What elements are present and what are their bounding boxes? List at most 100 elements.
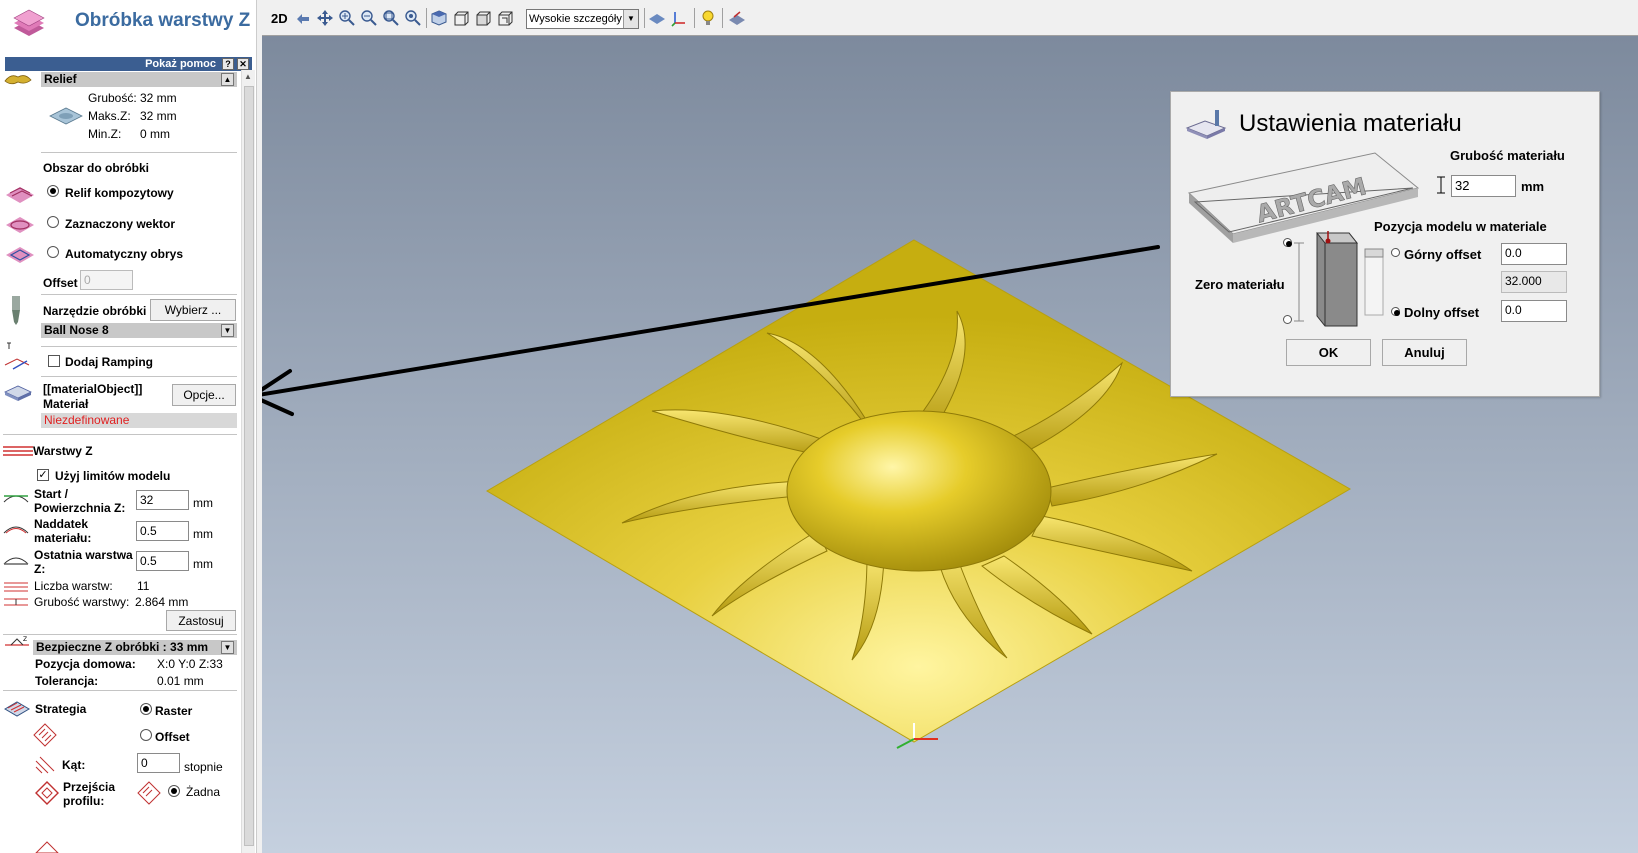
toolbar-separator (644, 8, 645, 28)
raster-radio[interactable] (140, 703, 152, 715)
panel-scrollbar[interactable]: ▲ (241, 70, 255, 853)
close-button[interactable]: ✕ (237, 58, 249, 70)
last-layer-label-1: Ostatnia warstwa (34, 548, 133, 562)
svg-text:Z: Z (23, 636, 27, 643)
ramping-icon (4, 342, 30, 370)
angle-icon (35, 756, 55, 774)
material-status: Niezdefinowane (41, 413, 237, 428)
cancel-button[interactable]: Anuluj (1382, 339, 1467, 366)
ramping-label[interactable]: Dodaj Ramping (65, 355, 153, 369)
detail-level-select[interactable]: Wysokie szczegóły ▼ (526, 9, 639, 29)
help-bar: Pokaż pomoc ? ✕ (5, 57, 252, 71)
layer-count-icon (4, 582, 28, 592)
toolbar-separator (722, 8, 723, 28)
offset-strategy-radio[interactable] (140, 729, 152, 741)
use-limits-label[interactable]: Użyj limitów modelu (55, 469, 170, 483)
material-settings-dialog: Ustawienia materiału ARTCAM Grubość mate… (1170, 91, 1600, 397)
relief-thickness-label: Grubość: (88, 91, 137, 105)
allowance-input[interactable]: 0.5 (136, 521, 189, 541)
panel-title: Obróbka warstwy Z (75, 10, 251, 31)
ok-button[interactable]: OK (1286, 339, 1371, 366)
last-layer-input[interactable]: 0.5 (136, 551, 189, 571)
profile-pass-icon (35, 781, 59, 805)
profile-none-label[interactable]: Żadna (186, 785, 220, 799)
tool-name-bar[interactable]: Ball Nose 8 ▼ (41, 323, 237, 338)
area-outline-label[interactable]: Automatyczny obrys (65, 247, 183, 261)
start-label-1: Start / (34, 487, 69, 501)
material-object-text: [[materialObject]] (43, 382, 143, 396)
tool-bit-icon (12, 296, 20, 325)
layers-stack-icon (13, 9, 45, 36)
view-2d-button[interactable]: 2D (271, 11, 288, 26)
collapse-up-icon[interactable]: ▲ (221, 73, 234, 86)
offset-strategy-label[interactable]: Offset (155, 730, 190, 744)
zoom-in-icon[interactable] (338, 9, 356, 27)
auto-outline-icon (6, 247, 34, 263)
panel-scroll-thumb[interactable] (244, 86, 254, 846)
iso-view-icon[interactable] (430, 9, 448, 27)
area-vector-label[interactable]: Zaznaczony wektor (65, 217, 175, 231)
side-view-icon[interactable] (474, 9, 492, 27)
tool-name: Ball Nose 8 (44, 323, 109, 337)
top-offset-input[interactable]: 0.0 (1501, 243, 1567, 265)
thickness-input[interactable]: 32 (1451, 175, 1516, 197)
zoom-selection-icon[interactable] (404, 9, 422, 27)
start-unit: mm (193, 496, 213, 510)
start-label-2: Powierzchnia Z: (34, 501, 126, 515)
z-layers-icon (3, 446, 33, 456)
pan-icon[interactable] (316, 9, 334, 27)
layer-thickness-label: Grubość warstwy: (34, 595, 130, 609)
bottom-offset-label[interactable]: Dolny offset (1404, 305, 1479, 320)
light-bulb-icon[interactable] (699, 9, 717, 27)
area-vector-radio[interactable] (47, 216, 59, 228)
relief-shape-icon (4, 75, 32, 85)
zoom-out-icon[interactable] (360, 9, 378, 27)
offset-input[interactable]: 0 (80, 270, 133, 290)
offset-label: Offset (43, 276, 78, 290)
toolbar-separator (694, 8, 695, 28)
undo-view-icon[interactable] (294, 9, 312, 27)
material-options-button[interactable]: Opcje... (172, 384, 236, 406)
area-composite-label[interactable]: Relif kompozytowy (65, 186, 174, 200)
zero-material-label: Zero materiału (1195, 277, 1285, 292)
bottom-offset-radio[interactable] (1391, 307, 1400, 316)
profile-next-icon (35, 841, 59, 853)
safe-z-bar[interactable]: Bezpieczne Z obróbki : 33 mm ▼ (33, 640, 237, 655)
area-outline-radio[interactable] (47, 246, 59, 258)
relief-minz-value: 0 mm (140, 127, 170, 141)
material-view-icon[interactable] (728, 9, 746, 27)
help-button[interactable]: ? (222, 58, 234, 70)
use-limits-checkbox[interactable]: ✓ (37, 469, 49, 481)
zoom-fit-icon[interactable] (382, 9, 400, 27)
scroll-up-icon[interactable]: ▲ (244, 72, 252, 81)
top-offset-radio[interactable] (1391, 248, 1400, 257)
detail-level-value: Wysokie szczegóły (529, 13, 622, 25)
selected-vector-icon (6, 217, 34, 233)
top-offset-label[interactable]: Górny offset (1404, 247, 1481, 262)
ramping-checkbox[interactable] (48, 355, 60, 367)
area-composite-radio[interactable] (47, 185, 59, 197)
dropdown-icon[interactable]: ▼ (221, 324, 234, 337)
front-view-icon[interactable] (452, 9, 470, 27)
show-help-link[interactable]: Pokaż pomoc (145, 57, 216, 71)
shaded-plane-icon[interactable] (648, 9, 666, 27)
relief-preview-icon (49, 107, 83, 125)
relief-maxz-label: Maks.Z: (88, 109, 131, 123)
view-toolbar: 2D Wysokie szczegóły ▼ (262, 0, 1638, 36)
select-tool-button[interactable]: Wybierz ... (150, 299, 236, 321)
last-layer-unit: mm (193, 557, 213, 571)
start-z-input[interactable]: 32 (136, 490, 189, 510)
layer-count-value: 11 (137, 579, 150, 593)
axes-icon[interactable] (670, 9, 688, 27)
dropdown-icon[interactable]: ▼ (221, 641, 234, 654)
dialog-title: Ustawienia materiału (1239, 110, 1462, 137)
profile-none-radio[interactable] (168, 785, 180, 797)
raster-label[interactable]: Raster (155, 704, 192, 718)
bottom-offset-input[interactable]: 0.0 (1501, 300, 1567, 322)
safe-z-icon: Z (5, 636, 29, 646)
angle-input[interactable]: 0 (137, 753, 180, 773)
relief-header[interactable]: Relief ▲ (41, 72, 237, 87)
apply-button[interactable]: Zastosuj (166, 610, 236, 631)
divider (3, 634, 237, 635)
top-view-icon[interactable] (496, 9, 514, 27)
